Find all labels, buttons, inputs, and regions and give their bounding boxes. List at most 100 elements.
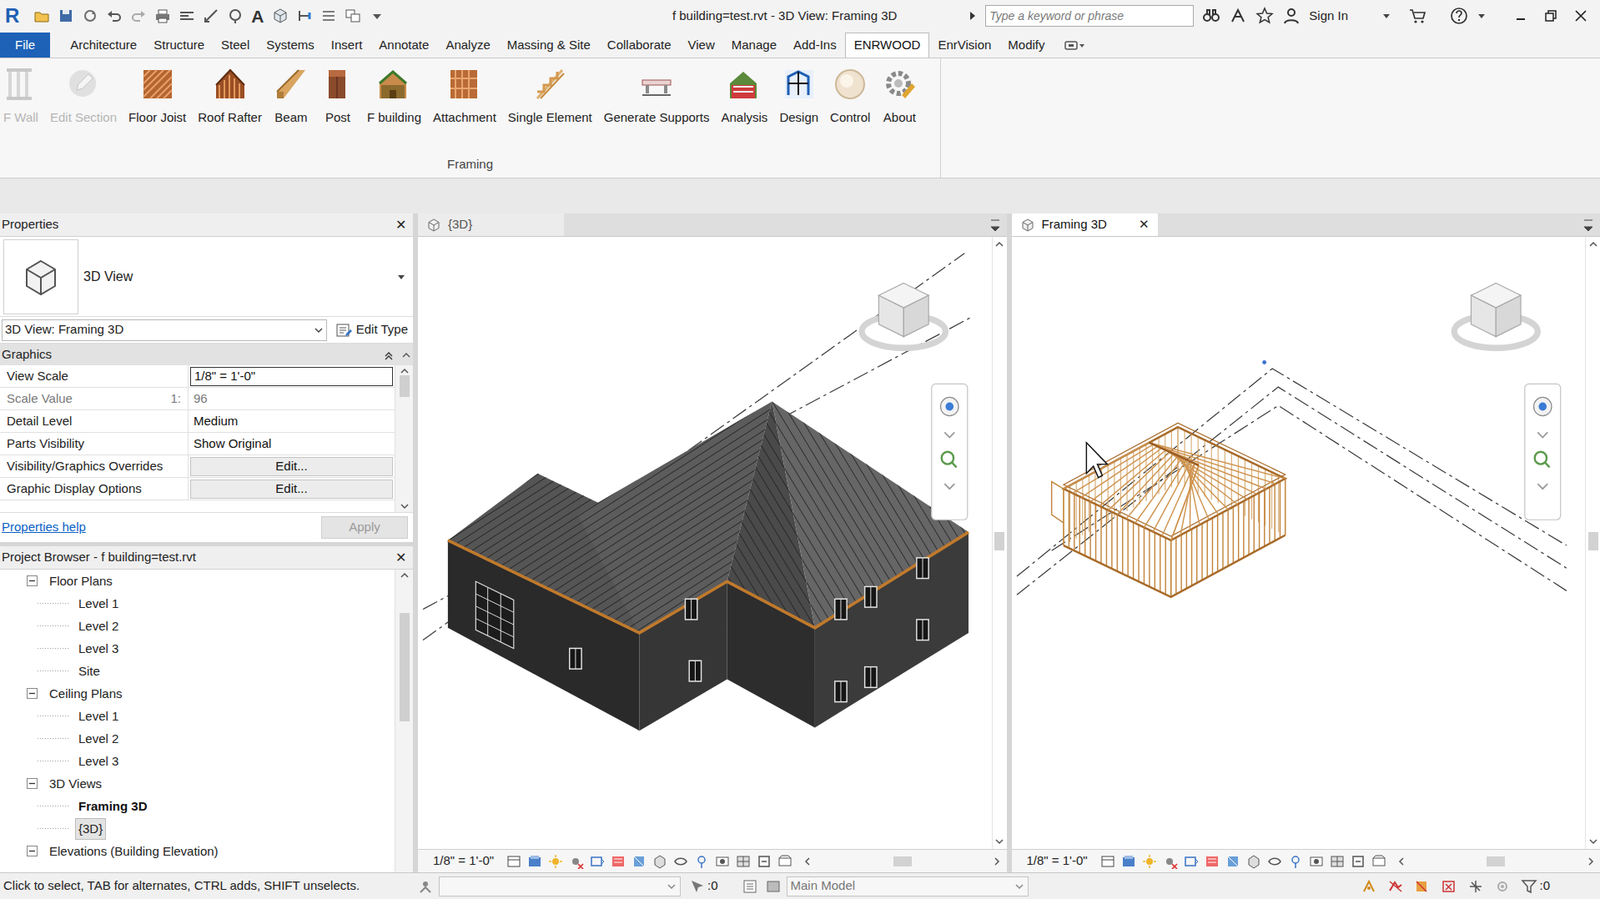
filter-icon[interactable] xyxy=(1520,878,1538,896)
status-tool-icon[interactable] xyxy=(1387,878,1404,896)
scroll-left-icon[interactable] xyxy=(803,856,812,867)
sync-icon[interactable] xyxy=(81,7,99,25)
horizontal-scrollbar[interactable] xyxy=(1397,856,1595,867)
workset-icon[interactable] xyxy=(417,878,434,896)
scroll-thumb[interactable] xyxy=(1588,532,1599,551)
properties-scrollbar[interactable] xyxy=(394,365,413,513)
scroll-thumb[interactable] xyxy=(893,856,912,867)
ribbon-tab[interactable]: Architecture xyxy=(61,32,146,58)
ribbon-tab[interactable]: Systems xyxy=(257,32,323,58)
tree-item[interactable]: Level 3 xyxy=(0,749,395,773)
ribbon-tab[interactable]: EnrVision xyxy=(929,32,1000,58)
view-control-icon[interactable] xyxy=(506,854,522,870)
ribbon-tab[interactable]: Annotate xyxy=(370,32,438,58)
scroll-thumb[interactable] xyxy=(399,613,410,722)
property-value-cell[interactable]: Show Original xyxy=(188,432,395,455)
ribbon-button[interactable]: Attachment xyxy=(432,66,497,128)
view-list-icon[interactable] xyxy=(988,215,1002,236)
selection-icon[interactable] xyxy=(689,878,706,896)
tree-item[interactable]: Level 1 xyxy=(0,592,395,615)
type-selector[interactable]: 3D View xyxy=(0,236,413,317)
vertical-scrollbar[interactable] xyxy=(991,236,1007,850)
binoculars-icon[interactable] xyxy=(1202,6,1221,26)
status-tool-icon[interactable] xyxy=(1413,878,1431,896)
view-control-icon[interactable] xyxy=(1162,854,1178,870)
view-tab[interactable]: {3D} xyxy=(417,213,564,237)
ribbon-button[interactable]: Analysis xyxy=(721,66,769,128)
workset-dropdown[interactable] xyxy=(438,876,681,897)
scroll-thumb[interactable] xyxy=(399,375,410,398)
tree-item[interactable]: Site xyxy=(0,659,395,683)
ribbon-button[interactable]: Control xyxy=(830,66,871,128)
navigation-bar[interactable] xyxy=(1524,383,1560,520)
search-field[interactable] xyxy=(985,5,1194,27)
tree-item[interactable]: Level 1 xyxy=(0,704,395,728)
status-tool-icon[interactable] xyxy=(1467,878,1485,896)
close-project-browser-button[interactable]: ✕ xyxy=(390,548,412,569)
view-cube[interactable] xyxy=(1454,283,1538,349)
redo-icon[interactable] xyxy=(130,7,147,25)
text-tool-button[interactable]: A xyxy=(251,7,264,26)
restore-icon[interactable] xyxy=(1543,8,1559,24)
minimize-icon[interactable] xyxy=(1513,8,1529,24)
close-view-button[interactable]: ✕ xyxy=(1138,215,1150,235)
scroll-up-icon[interactable] xyxy=(994,240,1005,249)
thin-lines-icon[interactable] xyxy=(320,7,338,25)
tag-icon[interactable] xyxy=(226,7,244,25)
view-control-icon[interactable] xyxy=(568,854,584,870)
view-control-icon[interactable] xyxy=(1267,854,1283,870)
ribbon-tab[interactable]: Modify xyxy=(999,32,1053,58)
instance-selector[interactable]: 3D View: Framing 3D xyxy=(1,319,328,342)
view-control-icon[interactable] xyxy=(1288,854,1304,870)
sign-in-link[interactable]: Sign In xyxy=(1308,6,1349,26)
ribbon-tab[interactable]: ENRWOOD xyxy=(845,32,931,58)
view-control-icon[interactable] xyxy=(1371,854,1387,870)
view-canvas[interactable] xyxy=(1011,236,1586,850)
property-edit-button[interactable]: Edit... xyxy=(190,457,393,477)
default-3d-view-icon[interactable] xyxy=(271,7,289,25)
help-icon[interactable] xyxy=(1449,6,1469,26)
align-icon[interactable] xyxy=(178,7,196,25)
view-control-icon[interactable] xyxy=(694,854,710,870)
view-control-icon[interactable] xyxy=(527,854,543,870)
view-control-icon[interactable] xyxy=(1204,854,1220,870)
view-control-icon[interactable] xyxy=(714,854,730,870)
ribbon-button[interactable]: Generate Supports xyxy=(603,66,710,128)
property-value-cell[interactable]: Medium xyxy=(188,410,395,433)
undo-icon[interactable] xyxy=(105,7,123,25)
view-list-icon[interactable] xyxy=(1581,215,1595,236)
property-input[interactable]: 1/8" = 1'-0" xyxy=(190,367,393,387)
close-window-icon[interactable] xyxy=(1573,8,1589,24)
view-control-icon[interactable] xyxy=(1329,854,1345,870)
editable-only-icon[interactable] xyxy=(764,878,782,896)
collapse-group-icon[interactable] xyxy=(382,348,412,361)
view-control-icon[interactable] xyxy=(1142,854,1158,870)
scroll-thumb[interactable] xyxy=(994,532,1005,551)
view-control-icon[interactable] xyxy=(735,854,751,870)
view-control-icon[interactable] xyxy=(1246,854,1262,870)
ribbon-button[interactable]: Beam xyxy=(273,66,309,128)
tree-item[interactable]: Framing 3D xyxy=(0,794,395,818)
property-edit-button[interactable]: Edit... xyxy=(190,479,393,499)
print-icon[interactable] xyxy=(154,7,172,25)
properties-help-link[interactable]: Properties help xyxy=(1,518,86,538)
expand-toggle-icon[interactable] xyxy=(26,778,38,790)
scroll-down-icon[interactable] xyxy=(994,837,1005,846)
view-control-icon[interactable] xyxy=(652,854,668,870)
measure-icon[interactable] xyxy=(202,7,220,25)
ribbon-button[interactable]: F building xyxy=(367,66,422,128)
ribbon-tab[interactable]: Add-Ins xyxy=(784,32,846,58)
scroll-right-icon[interactable] xyxy=(992,856,1002,867)
view-control-icon[interactable] xyxy=(673,854,689,870)
view-control-icon[interactable] xyxy=(589,854,605,870)
scroll-up-icon[interactable] xyxy=(1588,240,1599,249)
scroll-down-icon[interactable] xyxy=(399,502,410,511)
ribbon-button[interactable]: Floor Joist xyxy=(128,66,187,128)
view-tab[interactable]: Framing 3D✕ xyxy=(1011,213,1158,237)
communication-icon[interactable] xyxy=(1228,6,1248,26)
property-value-cell[interactable]: 1/8" = 1'-0" xyxy=(188,365,395,388)
scroll-left-icon[interactable] xyxy=(1397,856,1406,867)
status-tool-icon[interactable] xyxy=(1360,878,1378,896)
design-option-dropdown[interactable]: Main Model xyxy=(786,876,1029,897)
tree-item[interactable]: {3D} xyxy=(0,817,395,841)
